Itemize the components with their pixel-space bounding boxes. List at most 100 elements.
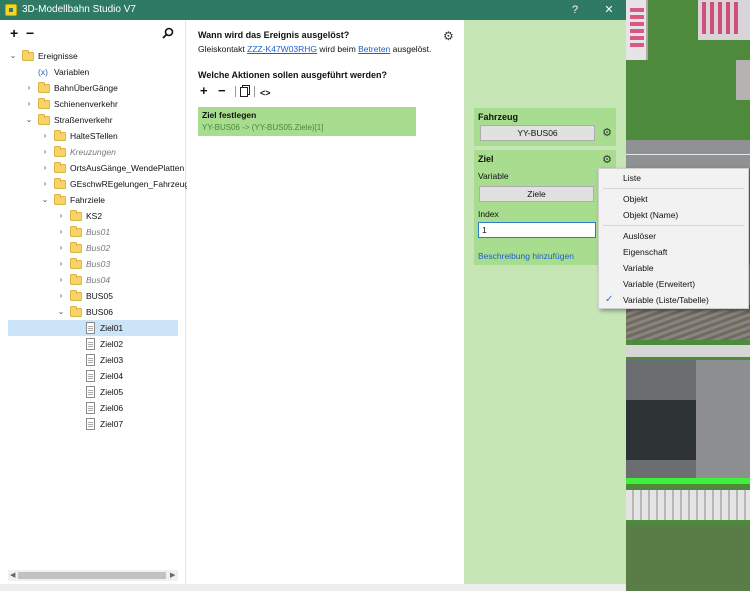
tree-item-schienenverkehr[interactable]: › Schienenverkehr <box>0 96 180 112</box>
menu-item-label: Liste <box>623 173 641 183</box>
search-icon[interactable] <box>162 27 174 41</box>
tree-item-label: Bus04 <box>86 275 111 285</box>
tree-item-ziel07[interactable]: Ziel07 <box>0 416 180 432</box>
help-button[interactable]: ? <box>564 2 586 18</box>
folder-icon <box>38 82 50 93</box>
folder-icon <box>70 210 82 221</box>
tree-item-ziel02[interactable]: Ziel02 <box>0 336 180 352</box>
menu-item-objekt[interactable]: Objekt <box>599 191 748 207</box>
expand-chevron-icon[interactable]: › <box>56 240 66 256</box>
tree-item-ks2[interactable]: › KS2 <box>0 208 180 224</box>
tree-item-ereignisse[interactable]: ⌄ Ereignisse <box>0 48 180 64</box>
menu-item-variable-liste-tabelle[interactable]: ✓ Variable (Liste/Tabelle) <box>599 292 748 308</box>
tree-item-ziel05[interactable]: Ziel05 <box>0 384 180 400</box>
tree-item-label: HalteSTellen <box>70 131 118 141</box>
document-icon <box>86 418 95 430</box>
tree-item-fahrziele[interactable]: ⌄ Fahrziele <box>0 192 180 208</box>
collapse-chevron-icon[interactable]: ⌄ <box>40 192 50 208</box>
gear-icon[interactable]: ⚙ <box>443 29 454 43</box>
scrollbar-thumb[interactable] <box>18 572 166 579</box>
document-icon <box>86 402 95 414</box>
document-icon <box>86 370 95 382</box>
tree-item-bus02[interactable]: › Bus02 <box>0 240 180 256</box>
expand-chevron-icon[interactable]: › <box>56 272 66 288</box>
menu-item-liste[interactable]: Liste <box>599 170 748 186</box>
add-action-button[interactable]: + <box>200 84 208 98</box>
tree-item-ziel04[interactable]: Ziel04 <box>0 368 180 384</box>
tree-item-kreuzungen[interactable]: › Kreuzungen <box>0 144 180 160</box>
trigger-prefix: Gleiskontakt <box>198 44 248 54</box>
tree-item-ziel06[interactable]: Ziel06 <box>0 400 180 416</box>
title-bar: 3D-Modellbahn Studio V7 ? ✕ <box>0 0 626 20</box>
code-view-button[interactable]: <> <box>260 86 271 100</box>
tree-item-label: Ziel07 <box>100 419 124 429</box>
expand-chevron-icon[interactable]: › <box>24 80 34 96</box>
tree-item-label: Kreuzungen <box>70 147 116 157</box>
action-card[interactable]: Ziel festlegen YY-BUS06 -> (YY-BUS05.Zie… <box>198 107 416 136</box>
remove-action-button[interactable]: − <box>218 84 226 98</box>
road-marking <box>626 154 750 155</box>
add-button[interactable]: + <box>10 26 18 40</box>
folder-icon <box>70 226 82 237</box>
menu-item-objekt-name[interactable]: Objekt (Name) <box>599 207 748 223</box>
scroll-left-icon[interactable]: ◀ <box>10 570 15 581</box>
tree-item-bus05[interactable]: › BUS05 <box>0 288 180 304</box>
add-description-link[interactable]: Beschreibung hinzufügen <box>478 251 574 261</box>
tree-item-stra-enverkehr[interactable]: ⌄ Straßenverkehr <box>0 112 180 128</box>
menu-item-eigenschaft[interactable]: Eigenschaft <box>599 244 748 260</box>
gear-icon[interactable]: ⚙ <box>602 126 612 139</box>
horizontal-scrollbar[interactable]: ◀ ▶ <box>8 570 178 581</box>
menu-separator <box>603 188 744 189</box>
expand-chevron-icon[interactable]: › <box>40 176 50 192</box>
expand-chevron-icon[interactable]: › <box>56 256 66 272</box>
tree-item-variablen[interactable]: (x) Variablen <box>0 64 180 80</box>
tree-item-bahn-berg-nge[interactable]: › BahnÜberGänge <box>0 80 180 96</box>
menu-item-variable-erweitert[interactable]: Variable (Erweitert) <box>599 276 748 292</box>
collapse-chevron-icon[interactable]: ⌄ <box>8 48 18 64</box>
tree-item-ziel01[interactable]: Ziel01 <box>8 320 178 336</box>
copy-icon[interactable] <box>240 85 250 100</box>
gear-icon[interactable]: ⚙ <box>602 153 612 166</box>
remove-button[interactable]: − <box>26 26 34 40</box>
expand-chevron-icon[interactable]: › <box>40 160 50 176</box>
folder-icon <box>22 50 34 61</box>
tree-toolbar: + − <box>8 26 178 42</box>
tree-item-haltestellen[interactable]: › HalteSTellen <box>0 128 180 144</box>
action-toolbar: + − <> <box>198 84 288 100</box>
collapse-chevron-icon[interactable]: ⌄ <box>56 304 66 320</box>
trigger-action-link[interactable]: Betreten <box>358 44 390 54</box>
menu-item-ausloeser[interactable]: Auslöser <box>599 228 748 244</box>
tree-item-label: Ziel01 <box>100 323 124 333</box>
tree-item-label: Ziel06 <box>100 403 124 413</box>
description-section: Beschreibung hinzufügen <box>474 247 616 265</box>
close-button[interactable]: ✕ <box>598 2 620 18</box>
platform <box>626 345 750 357</box>
tree-item-bus01[interactable]: › Bus01 <box>0 224 180 240</box>
variable-select-button[interactable]: Ziele <box>479 186 594 202</box>
tree-item-ortsausg-nge-wendeplatten[interactable]: › OrtsAusGänge_WendePlatten <box>0 160 184 176</box>
vehicle-select-button[interactable]: YY-BUS06 <box>480 125 595 141</box>
expand-chevron-icon[interactable]: › <box>56 224 66 240</box>
expand-chevron-icon[interactable]: › <box>56 288 66 304</box>
expand-chevron-icon[interactable]: › <box>40 128 50 144</box>
collapse-chevron-icon[interactable]: ⌄ <box>24 112 34 128</box>
tree-item-ziel03[interactable]: Ziel03 <box>0 352 180 368</box>
tree-item-bus06[interactable]: ⌄ BUS06 <box>0 304 180 320</box>
expand-chevron-icon[interactable]: › <box>40 144 50 160</box>
tree-item-label: Schienenverkehr <box>54 99 118 109</box>
menu-item-label: Variable (Liste/Tabelle) <box>623 295 709 305</box>
menu-item-variable[interactable]: Variable <box>599 260 748 276</box>
vehicle-title: Fahrzeug <box>478 112 519 122</box>
trigger-description: Gleiskontakt ZZZ-K47W03RHG wird beim Bet… <box>198 44 431 54</box>
tree-item-bus03[interactable]: › Bus03 <box>0 256 180 272</box>
index-field[interactable]: 1 <box>478 222 596 238</box>
expand-chevron-icon[interactable]: › <box>56 208 66 224</box>
variable-label: Variable <box>478 171 509 181</box>
expand-chevron-icon[interactable]: › <box>24 96 34 112</box>
trigger-object-link[interactable]: ZZZ-K47W03RHG <box>247 44 317 54</box>
event-tree-panel: + − ⌄ Ereignisse (x) Variablen › BahnÜberGäng… <box>0 20 211 591</box>
tree-item-bus04[interactable]: › Bus04 <box>0 272 180 288</box>
scroll-right-icon[interactable]: ▶ <box>170 570 175 581</box>
tree-item-geschwregelungen-fahrzeugstopp[interactable]: › GEschwREgelungen_FahrzeugStopp <box>0 176 211 192</box>
folder-icon <box>70 274 82 285</box>
